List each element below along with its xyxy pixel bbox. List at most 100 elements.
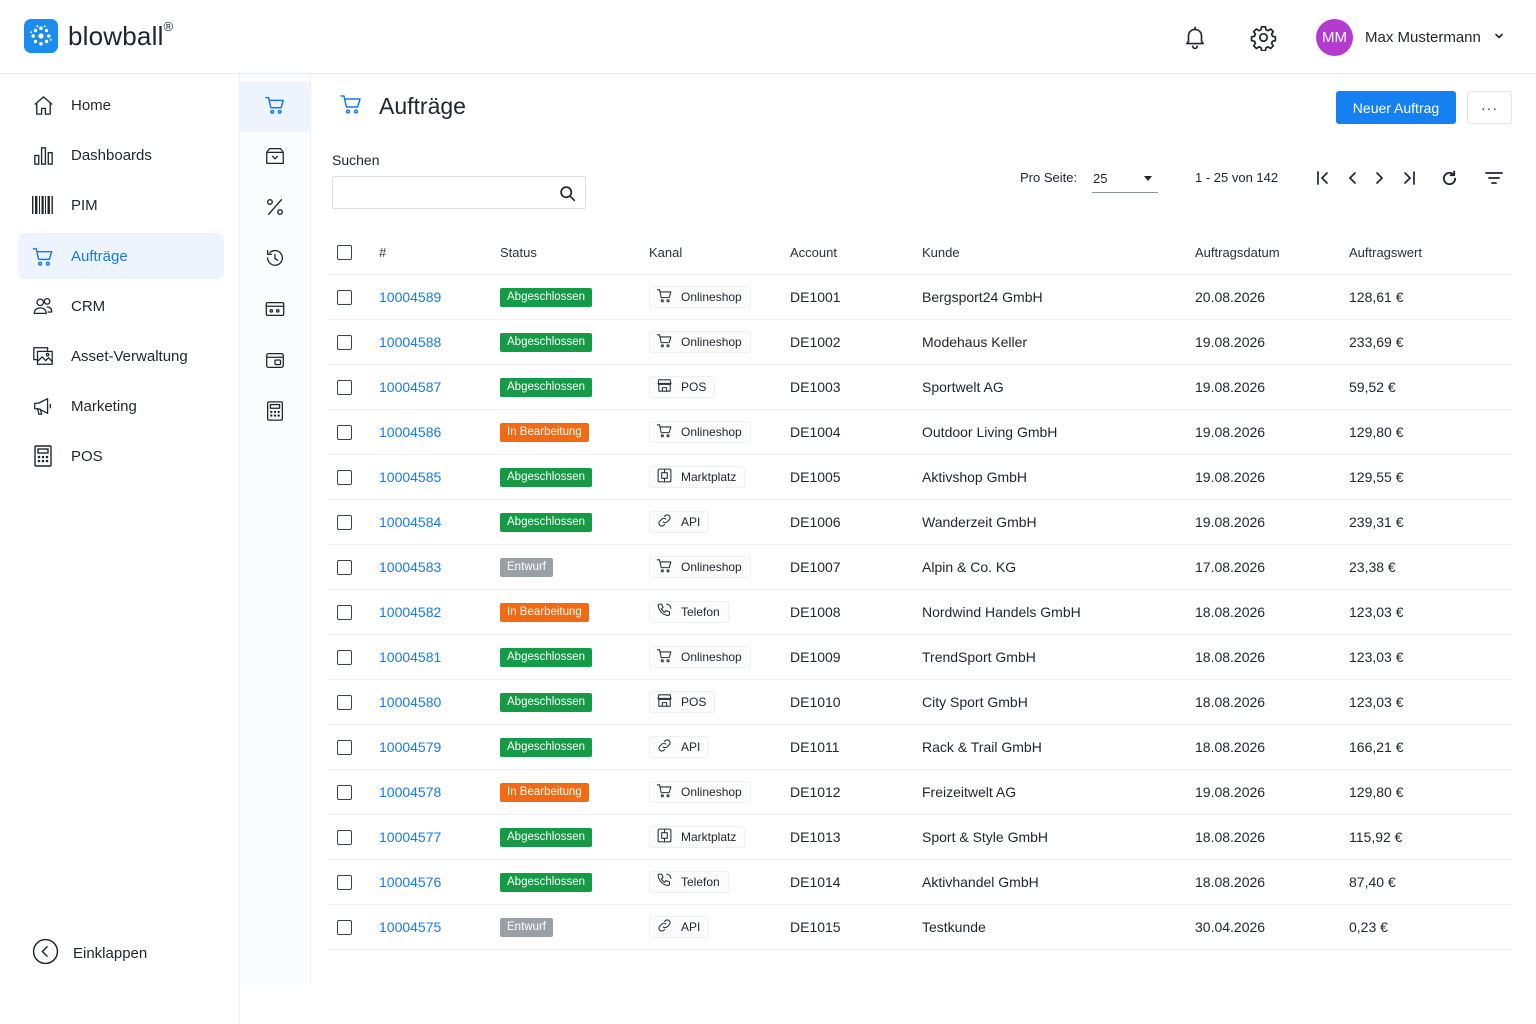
- table-row[interactable]: 10004588 Abgeschlossen Onlineshop DE1002…: [328, 320, 1512, 365]
- date-cell: 18.08.2026: [1195, 694, 1266, 710]
- column-header-status[interactable]: Status: [500, 230, 537, 274]
- filter-icon[interactable]: [1482, 166, 1506, 190]
- rail-item-calculation[interactable]: [240, 388, 310, 438]
- channel-label: Telefon: [681, 875, 720, 889]
- row-checkbox[interactable]: [337, 559, 352, 575]
- table-row[interactable]: 10004583 Entwurf Onlineshop DE1007 Alpin…: [328, 545, 1512, 590]
- table-row[interactable]: 10004578 In Bearbeitung Onlineshop DE101…: [328, 770, 1512, 815]
- column-header-kunde[interactable]: Kunde: [922, 230, 960, 274]
- phone-icon: [656, 602, 673, 622]
- row-checkbox[interactable]: [337, 514, 352, 530]
- order-number-link[interactable]: 10004578: [379, 784, 441, 800]
- row-checkbox[interactable]: [337, 829, 352, 845]
- account-cell: DE1006: [790, 514, 841, 530]
- collapse-button[interactable]: Einklappen: [32, 938, 147, 969]
- more-actions-button[interactable]: ···: [1467, 91, 1512, 124]
- customer-cell: City Sport GmbH: [922, 694, 1028, 710]
- last-page-icon[interactable]: [1397, 166, 1421, 190]
- row-checkbox[interactable]: [337, 784, 352, 800]
- order-number-link[interactable]: 10004582: [379, 604, 441, 620]
- sidebar-item-marketing[interactable]: Marketing: [18, 383, 224, 429]
- order-number-link[interactable]: 10004576: [379, 874, 441, 890]
- column-header-auftragsdatum[interactable]: Auftragsdatum: [1195, 230, 1280, 274]
- table-row[interactable]: 10004582 In Bearbeitung Telefon DE1008 N…: [328, 590, 1512, 635]
- customer-cell: Sportwelt AG: [922, 379, 1004, 395]
- search-input[interactable]: [333, 177, 553, 208]
- date-cell: 18.08.2026: [1195, 649, 1266, 665]
- date-cell: 18.08.2026: [1195, 829, 1266, 845]
- customer-cell: Alpin & Co. KG: [922, 559, 1017, 575]
- gear-icon[interactable]: [1248, 22, 1278, 52]
- table-row[interactable]: 10004575 Entwurf API DE1015 Testkunde 30…: [328, 905, 1512, 950]
- order-number-link[interactable]: 10004584: [379, 514, 441, 530]
- row-checkbox[interactable]: [337, 334, 352, 350]
- value-cell: 123,03 €: [1349, 694, 1404, 710]
- bell-icon[interactable]: [1180, 22, 1210, 52]
- table-row[interactable]: 10004587 Abgeschlossen POS DE1003 Sportw…: [328, 365, 1512, 410]
- column-header-kanal[interactable]: Kanal: [649, 230, 682, 274]
- sidebar-item-pim[interactable]: PIM: [18, 182, 224, 228]
- user-name: Max Mustermann: [1365, 29, 1481, 46]
- customer-cell: Aktivshop GmbH: [922, 469, 1028, 485]
- user-menu[interactable]: MM Max Mustermann: [1316, 19, 1505, 56]
- select-all-checkbox[interactable]: [337, 244, 352, 260]
- column-header-account[interactable]: Account: [790, 230, 837, 274]
- channel-label: Marktplatz: [681, 470, 737, 484]
- order-number-link[interactable]: 10004588: [379, 334, 441, 350]
- table-row[interactable]: 10004586 In Bearbeitung Onlineshop DE100…: [328, 410, 1512, 455]
- order-number-link[interactable]: 10004585: [379, 469, 441, 485]
- sidebar-item-label: CRM: [71, 297, 106, 315]
- new-order-button[interactable]: Neuer Auftrag: [1336, 91, 1456, 124]
- table-row[interactable]: 10004579 Abgeschlossen API DE1011 Rack &…: [328, 725, 1512, 770]
- row-checkbox[interactable]: [337, 469, 352, 485]
- row-checkbox[interactable]: [337, 694, 352, 710]
- refresh-icon[interactable]: [1437, 166, 1461, 190]
- table-row[interactable]: 10004585 Abgeschlossen Marktplatz DE1005…: [328, 455, 1512, 500]
- order-number-link[interactable]: 10004580: [379, 694, 441, 710]
- rail-item-shipping[interactable]: [240, 133, 310, 183]
- table-row[interactable]: 10004580 Abgeschlossen POS DE1010 City S…: [328, 680, 1512, 725]
- order-number-link[interactable]: 10004581: [379, 649, 441, 665]
- column-header-number[interactable]: #: [379, 230, 386, 274]
- order-number-link[interactable]: 10004586: [379, 424, 441, 440]
- row-checkbox[interactable]: [337, 379, 352, 395]
- next-page-icon[interactable]: [1367, 166, 1391, 190]
- previous-page-icon[interactable]: [1341, 166, 1365, 190]
- sidebar-item-label: Home: [71, 96, 112, 114]
- table-row[interactable]: 10004589 Abgeschlossen Onlineshop DE1001…: [328, 275, 1512, 320]
- sidebar-item-home[interactable]: Home: [18, 82, 224, 128]
- per-page-select[interactable]: 25: [1092, 164, 1158, 193]
- sidebar-item-auftraege[interactable]: Aufträge: [18, 233, 224, 279]
- column-header-auftragswert[interactable]: Auftragswert: [1349, 230, 1422, 274]
- order-number-link[interactable]: 10004575: [379, 919, 441, 935]
- rail-item-history[interactable]: [240, 235, 310, 285]
- first-page-icon[interactable]: [1311, 166, 1335, 190]
- row-checkbox[interactable]: [337, 874, 352, 890]
- row-checkbox[interactable]: [337, 649, 352, 665]
- row-checkbox[interactable]: [337, 289, 352, 305]
- sidebar-item-crm[interactable]: CRM: [18, 283, 224, 329]
- rail-item-discounts[interactable]: [240, 184, 310, 234]
- cart-icon: [656, 782, 673, 802]
- order-number-link[interactable]: 10004587: [379, 379, 441, 395]
- rail-item-orders[interactable]: [240, 82, 310, 132]
- row-checkbox[interactable]: [337, 739, 352, 755]
- order-number-link[interactable]: 10004583: [379, 559, 441, 575]
- brand[interactable]: blowball®: [24, 19, 173, 53]
- order-number-link[interactable]: 10004577: [379, 829, 441, 845]
- table-row[interactable]: 10004577 Abgeschlossen Marktplatz DE1013…: [328, 815, 1512, 860]
- sidebar-item-pos[interactable]: POS: [18, 433, 224, 479]
- sidebar-item-dashboards[interactable]: Dashboards: [18, 132, 224, 178]
- row-checkbox[interactable]: [337, 919, 352, 935]
- order-number-link[interactable]: 10004579: [379, 739, 441, 755]
- sidebar-item-asset-verwaltung[interactable]: Asset-Verwaltung: [18, 333, 224, 379]
- rail-item-invoices[interactable]: [240, 337, 310, 387]
- row-checkbox[interactable]: [337, 424, 352, 440]
- table-row[interactable]: 10004584 Abgeschlossen API DE1006 Wander…: [328, 500, 1512, 545]
- table-row[interactable]: 10004576 Abgeschlossen Telefon DE1014 Ak…: [328, 860, 1512, 905]
- order-number-link[interactable]: 10004589: [379, 289, 441, 305]
- table-row[interactable]: 10004581 Abgeschlossen Onlineshop DE1009…: [328, 635, 1512, 680]
- row-checkbox[interactable]: [337, 604, 352, 620]
- search-icon[interactable]: [557, 183, 577, 203]
- rail-item-payments[interactable]: [240, 286, 310, 336]
